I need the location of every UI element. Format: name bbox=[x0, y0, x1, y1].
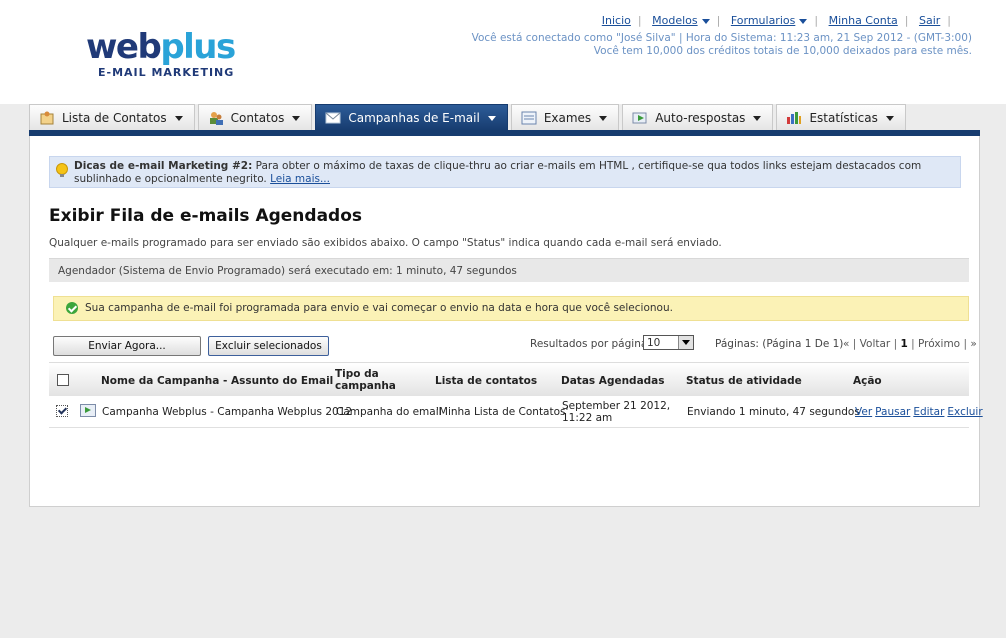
tab-estatisticas[interactable]: Estatísticas bbox=[776, 104, 906, 131]
first-page-link[interactable]: « bbox=[843, 338, 849, 350]
form-icon bbox=[521, 111, 537, 125]
nav-modelos-label: Modelos bbox=[652, 14, 698, 27]
chevron-down-icon bbox=[292, 115, 301, 121]
page-description: Qualquer e-mails programado para ser env… bbox=[49, 237, 722, 249]
col-header-type[interactable]: Tipo da campanha bbox=[335, 368, 405, 392]
col-header-name[interactable]: Nome da Campanha - Assunto do Email bbox=[101, 375, 333, 387]
chevron-down-icon bbox=[753, 115, 762, 121]
tab-label: Lista de Contatos bbox=[62, 111, 167, 125]
bar-chart-icon bbox=[786, 111, 802, 125]
chevron-down-icon bbox=[174, 115, 183, 121]
contact-lists: 'Minha Lista de Contatos' bbox=[436, 406, 569, 418]
tab-label: Estatísticas bbox=[809, 111, 878, 125]
table-row: Campanha Webplus - Campanha Webplus 2012… bbox=[49, 396, 983, 428]
col-header-dates[interactable]: Datas Agendadas bbox=[561, 375, 665, 387]
nav-inicio-link[interactable]: Inicio bbox=[602, 14, 631, 27]
autoresponder-icon bbox=[632, 111, 648, 125]
chevron-down-icon bbox=[487, 115, 496, 121]
nav-formularios-label: Formularios bbox=[730, 14, 796, 27]
activity-status: Enviando 1 minuto, 47 segundos bbox=[687, 406, 860, 418]
tab-label: Exames bbox=[543, 111, 592, 125]
per-page-value: 10 bbox=[647, 337, 661, 349]
row-checkbox[interactable] bbox=[56, 405, 68, 417]
success-message: Sua campanha de e-mail foi programada pa… bbox=[53, 296, 969, 321]
lightbulb-icon bbox=[56, 163, 68, 177]
nav-minha-conta-link[interactable]: Minha Conta bbox=[829, 14, 898, 27]
tab-label: Auto-respostas bbox=[655, 111, 746, 125]
per-page-label: Resultados por página: bbox=[530, 338, 651, 350]
tab-auto-respostas[interactable]: Auto-respostas bbox=[622, 104, 774, 131]
row-actions: Ver Pausar Editar Excluir bbox=[855, 406, 986, 418]
table-header: Nome da Campanha - Assunto do Email Tipo… bbox=[49, 362, 969, 397]
delete-link[interactable]: Excluir bbox=[947, 406, 982, 418]
per-page-select[interactable]: 10 bbox=[643, 335, 694, 350]
scheduled-date: September 21 2012, 11:22 am bbox=[562, 400, 671, 424]
dropdown-arrow-icon[interactable] bbox=[678, 336, 693, 349]
nav-modelos-link[interactable]: Modelos bbox=[652, 14, 710, 27]
autoresponder-icon bbox=[80, 404, 96, 417]
tab-contatos[interactable]: Contatos bbox=[197, 104, 313, 131]
chevron-down-icon bbox=[885, 115, 894, 121]
send-now-button[interactable]: Enviar Agora... bbox=[53, 336, 201, 356]
tip-title: Dicas de e-mail Marketing #2: bbox=[74, 160, 253, 172]
view-link[interactable]: Ver bbox=[855, 406, 872, 418]
campaign-type: Campanha do email bbox=[336, 406, 442, 418]
tip-read-more-link[interactable]: Leia mais... bbox=[270, 173, 330, 185]
main-tabs: Lista de Contatos Contatos Campanhas de … bbox=[29, 104, 909, 131]
delete-selected-button[interactable]: Excluir selecionados bbox=[208, 336, 329, 356]
logo-subtitle: E-MAIL MARKETING bbox=[98, 66, 235, 79]
col-header-action: Ação bbox=[853, 375, 882, 387]
edit-link[interactable]: Editar bbox=[913, 406, 944, 418]
header: webplus E-MAIL MARKETING Inicio | Modelos… bbox=[0, 0, 1006, 104]
col-header-status[interactable]: Status de atividade bbox=[686, 375, 802, 387]
pages-label: Páginas: (Página 1 De 1) bbox=[715, 338, 844, 350]
tab-lista-de-contatos[interactable]: Lista de Contatos bbox=[29, 104, 195, 131]
credits-status: Você tem 10,000 dos créditos totais de 1… bbox=[593, 45, 972, 57]
check-circle-icon bbox=[66, 302, 78, 314]
webplus-logo[interactable]: webplus E-MAIL MARKETING bbox=[86, 27, 236, 79]
logo-plus-text: plus bbox=[160, 27, 236, 67]
contacts-icon bbox=[208, 111, 224, 125]
next-page-link[interactable]: Próximo bbox=[918, 338, 960, 350]
pagination: « | Voltar | 1 | Próximo | » bbox=[843, 338, 977, 350]
tab-label: Campanhas de E-mail bbox=[348, 111, 480, 125]
page-title: Exibir Fila de e-mails Agendados bbox=[49, 206, 363, 226]
tab-exames[interactable]: Exames bbox=[510, 104, 620, 131]
chevron-down-icon bbox=[799, 18, 808, 24]
select-all-checkbox[interactable] bbox=[57, 374, 69, 386]
tab-campanhas-de-email[interactable]: Campanhas de E-mail bbox=[315, 104, 508, 131]
pause-link[interactable]: Pausar bbox=[875, 406, 910, 418]
contact-list-icon bbox=[39, 111, 55, 125]
prev-page-link[interactable]: Voltar bbox=[860, 338, 891, 350]
scheduler-status: Agendador (Sistema de Envio Programado) … bbox=[49, 258, 969, 282]
content-panel: Dicas de e-mail Marketing #2: Para obter… bbox=[29, 136, 983, 507]
campaign-name: Campanha Webplus - Campanha Webplus 2012 bbox=[102, 406, 353, 418]
envelope-icon bbox=[325, 111, 341, 125]
session-status: Você está conectado como "José Silva" | … bbox=[471, 32, 972, 44]
nav-formularios-link[interactable]: Formularios bbox=[731, 14, 808, 27]
top-navigation: Inicio | Modelos | Formularios | Minha Cont… bbox=[601, 14, 951, 27]
logo-web-text: web bbox=[86, 27, 162, 67]
nav-sair-link[interactable]: Sair bbox=[919, 14, 940, 27]
col-header-lists[interactable]: Lista de contatos bbox=[435, 375, 537, 387]
last-page-link[interactable]: » bbox=[970, 338, 976, 350]
current-page: 1 bbox=[900, 338, 908, 350]
marketing-tip-box: Dicas de e-mail Marketing #2: Para obter… bbox=[49, 156, 961, 188]
success-text: Sua campanha de e-mail foi programada pa… bbox=[85, 302, 673, 314]
tab-label: Contatos bbox=[230, 111, 285, 125]
chevron-down-icon bbox=[701, 18, 710, 24]
chevron-down-icon bbox=[599, 115, 608, 121]
